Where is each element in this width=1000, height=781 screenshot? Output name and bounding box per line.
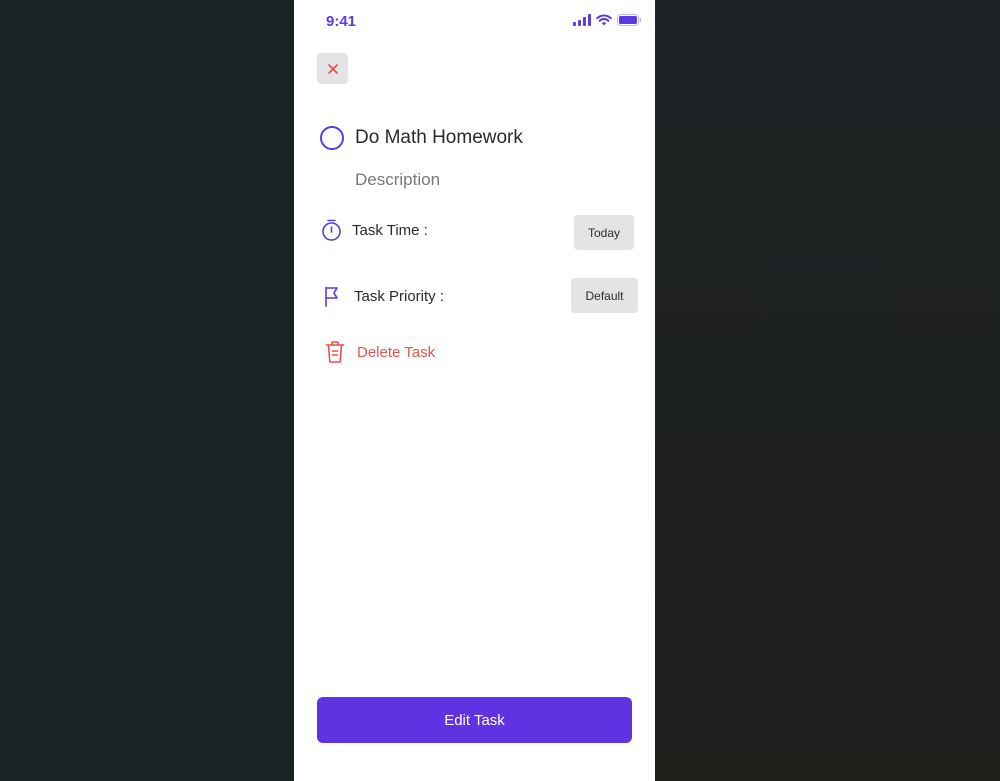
delete-task-button[interactable]: Delete Task	[325, 340, 435, 364]
wifi-icon	[596, 14, 612, 26]
task-time-label: Task Time :	[352, 221, 428, 239]
signal-icon	[573, 14, 591, 26]
timer-icon	[322, 219, 341, 241]
trash-icon	[325, 341, 345, 363]
flag-icon	[325, 286, 338, 307]
status-time: 9:41	[326, 13, 357, 30]
edit-task-button[interactable]: Edit Task	[317, 697, 632, 743]
battery-icon	[617, 14, 641, 26]
background-right	[655, 0, 1000, 781]
status-bar: 9:41	[294, 0, 655, 44]
phone-screen: 9:41 Do Math Homework Description Task T…	[294, 0, 655, 781]
task-time-row: Task Time :	[321, 219, 428, 241]
task-description-field[interactable]: Description	[355, 170, 440, 190]
close-icon	[327, 63, 338, 74]
close-button[interactable]	[317, 53, 348, 84]
task-priority-label: Task Priority :	[354, 287, 445, 305]
delete-task-label: Delete Task	[357, 343, 436, 361]
task-priority-button[interactable]: Default	[571, 278, 638, 313]
task-time-button[interactable]: Today	[574, 215, 634, 250]
task-complete-checkbox[interactable]	[320, 126, 344, 150]
task-priority-row: Task Priority :	[321, 285, 444, 307]
task-title[interactable]: Do Math Homework	[355, 127, 523, 149]
status-icons	[573, 14, 641, 26]
background-left	[0, 0, 294, 781]
task-title-row: Do Math Homework	[320, 126, 523, 150]
